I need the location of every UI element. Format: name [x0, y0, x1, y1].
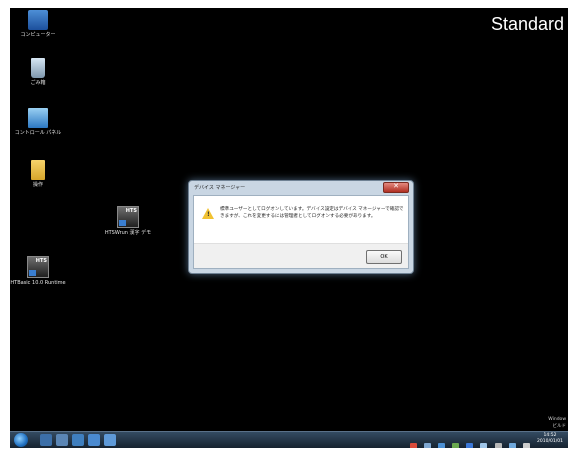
desktop-icon-htswrun[interactable]: HTSWrun 漢字 デモ	[100, 206, 156, 236]
clock-date: 2010/01/01	[537, 439, 563, 444]
dialog-message: 標準ユーザーとしてログオンしています。デバイス設定はデバイス マネージャーで確認…	[220, 207, 404, 219]
desktop-icon-label: HTBasic 10.0 Runtime	[10, 280, 66, 286]
security-icon[interactable]	[452, 443, 460, 448]
language-icon[interactable]	[438, 443, 446, 448]
dialog-footer: OK	[194, 243, 408, 268]
windows-info-line2: ビルド	[552, 424, 567, 429]
desktop: Standard コンピューター ごみ箱 コントロール パネル 操作 HTSWr…	[10, 8, 568, 448]
dialog-title: デバイス マネージャー	[194, 185, 246, 191]
ok-button[interactable]: OK	[366, 250, 402, 264]
explorer-icon[interactable]	[40, 434, 52, 446]
desktop-icon-recycle-bin[interactable]: ごみ箱	[10, 58, 66, 86]
app-window-icon[interactable]	[104, 434, 116, 446]
desktop-icon-folder[interactable]: 操作	[10, 160, 66, 188]
volume-icon[interactable]	[494, 443, 502, 448]
close-icon: ✕	[393, 182, 399, 190]
dialog-titlebar[interactable]: デバイス マネージャー ✕	[189, 181, 413, 194]
edition-watermark: Standard	[490, 14, 564, 34]
device-manager-dialog: デバイス マネージャー ✕ 標準ユーザーとしてログオンしています。デバイス設定は…	[188, 180, 414, 274]
desktop-icon-label: HTSWrun 漢字 デモ	[104, 230, 152, 236]
help-icon[interactable]	[466, 443, 474, 448]
network-icon[interactable]	[72, 434, 84, 446]
ime-icon[interactable]	[424, 443, 432, 448]
close-button[interactable]: ✕	[383, 182, 409, 193]
desktop-icon-label: コントロール パネル	[14, 130, 62, 136]
recycle-bin-icon	[31, 58, 45, 78]
computer-icon	[28, 10, 48, 30]
desktop-icon-label: コンピューター	[20, 32, 56, 38]
desktop-icon-control-panel[interactable]: コントロール パネル	[10, 108, 66, 136]
network-status-icon[interactable]	[508, 443, 516, 448]
windows-info-line1: Window	[548, 417, 566, 422]
folder-icon	[31, 160, 45, 180]
taskbar: 14:52 2010/01/01	[10, 431, 568, 448]
windows-build-info: Window ビルド	[548, 416, 566, 430]
desktop-icon-computer[interactable]: コンピューター	[10, 10, 66, 38]
desktop-icon-label: 操作	[32, 182, 43, 188]
warning-icon	[202, 208, 214, 219]
desktop-icon-label: ごみ箱	[30, 80, 46, 86]
media-player-icon[interactable]	[56, 434, 68, 446]
hts-app-icon	[117, 206, 139, 228]
taskbar-clock[interactable]: 14:52 2010/01/01	[534, 433, 566, 445]
alert-icon[interactable]	[410, 443, 417, 448]
hts-app-icon	[27, 256, 49, 278]
dialog-body: 標準ユーザーとしてログオンしています。デバイス設定はデバイス マネージャーで確認…	[193, 195, 409, 269]
window-switch-icon[interactable]	[88, 434, 100, 446]
desktop-icon-htbasic[interactable]: HTBasic 10.0 Runtime	[10, 256, 66, 286]
flag-icon[interactable]	[522, 443, 530, 448]
start-button[interactable]	[14, 433, 28, 447]
control-panel-icon	[28, 108, 48, 128]
keyboard-icon[interactable]	[480, 443, 488, 448]
notification-area	[410, 435, 532, 448]
